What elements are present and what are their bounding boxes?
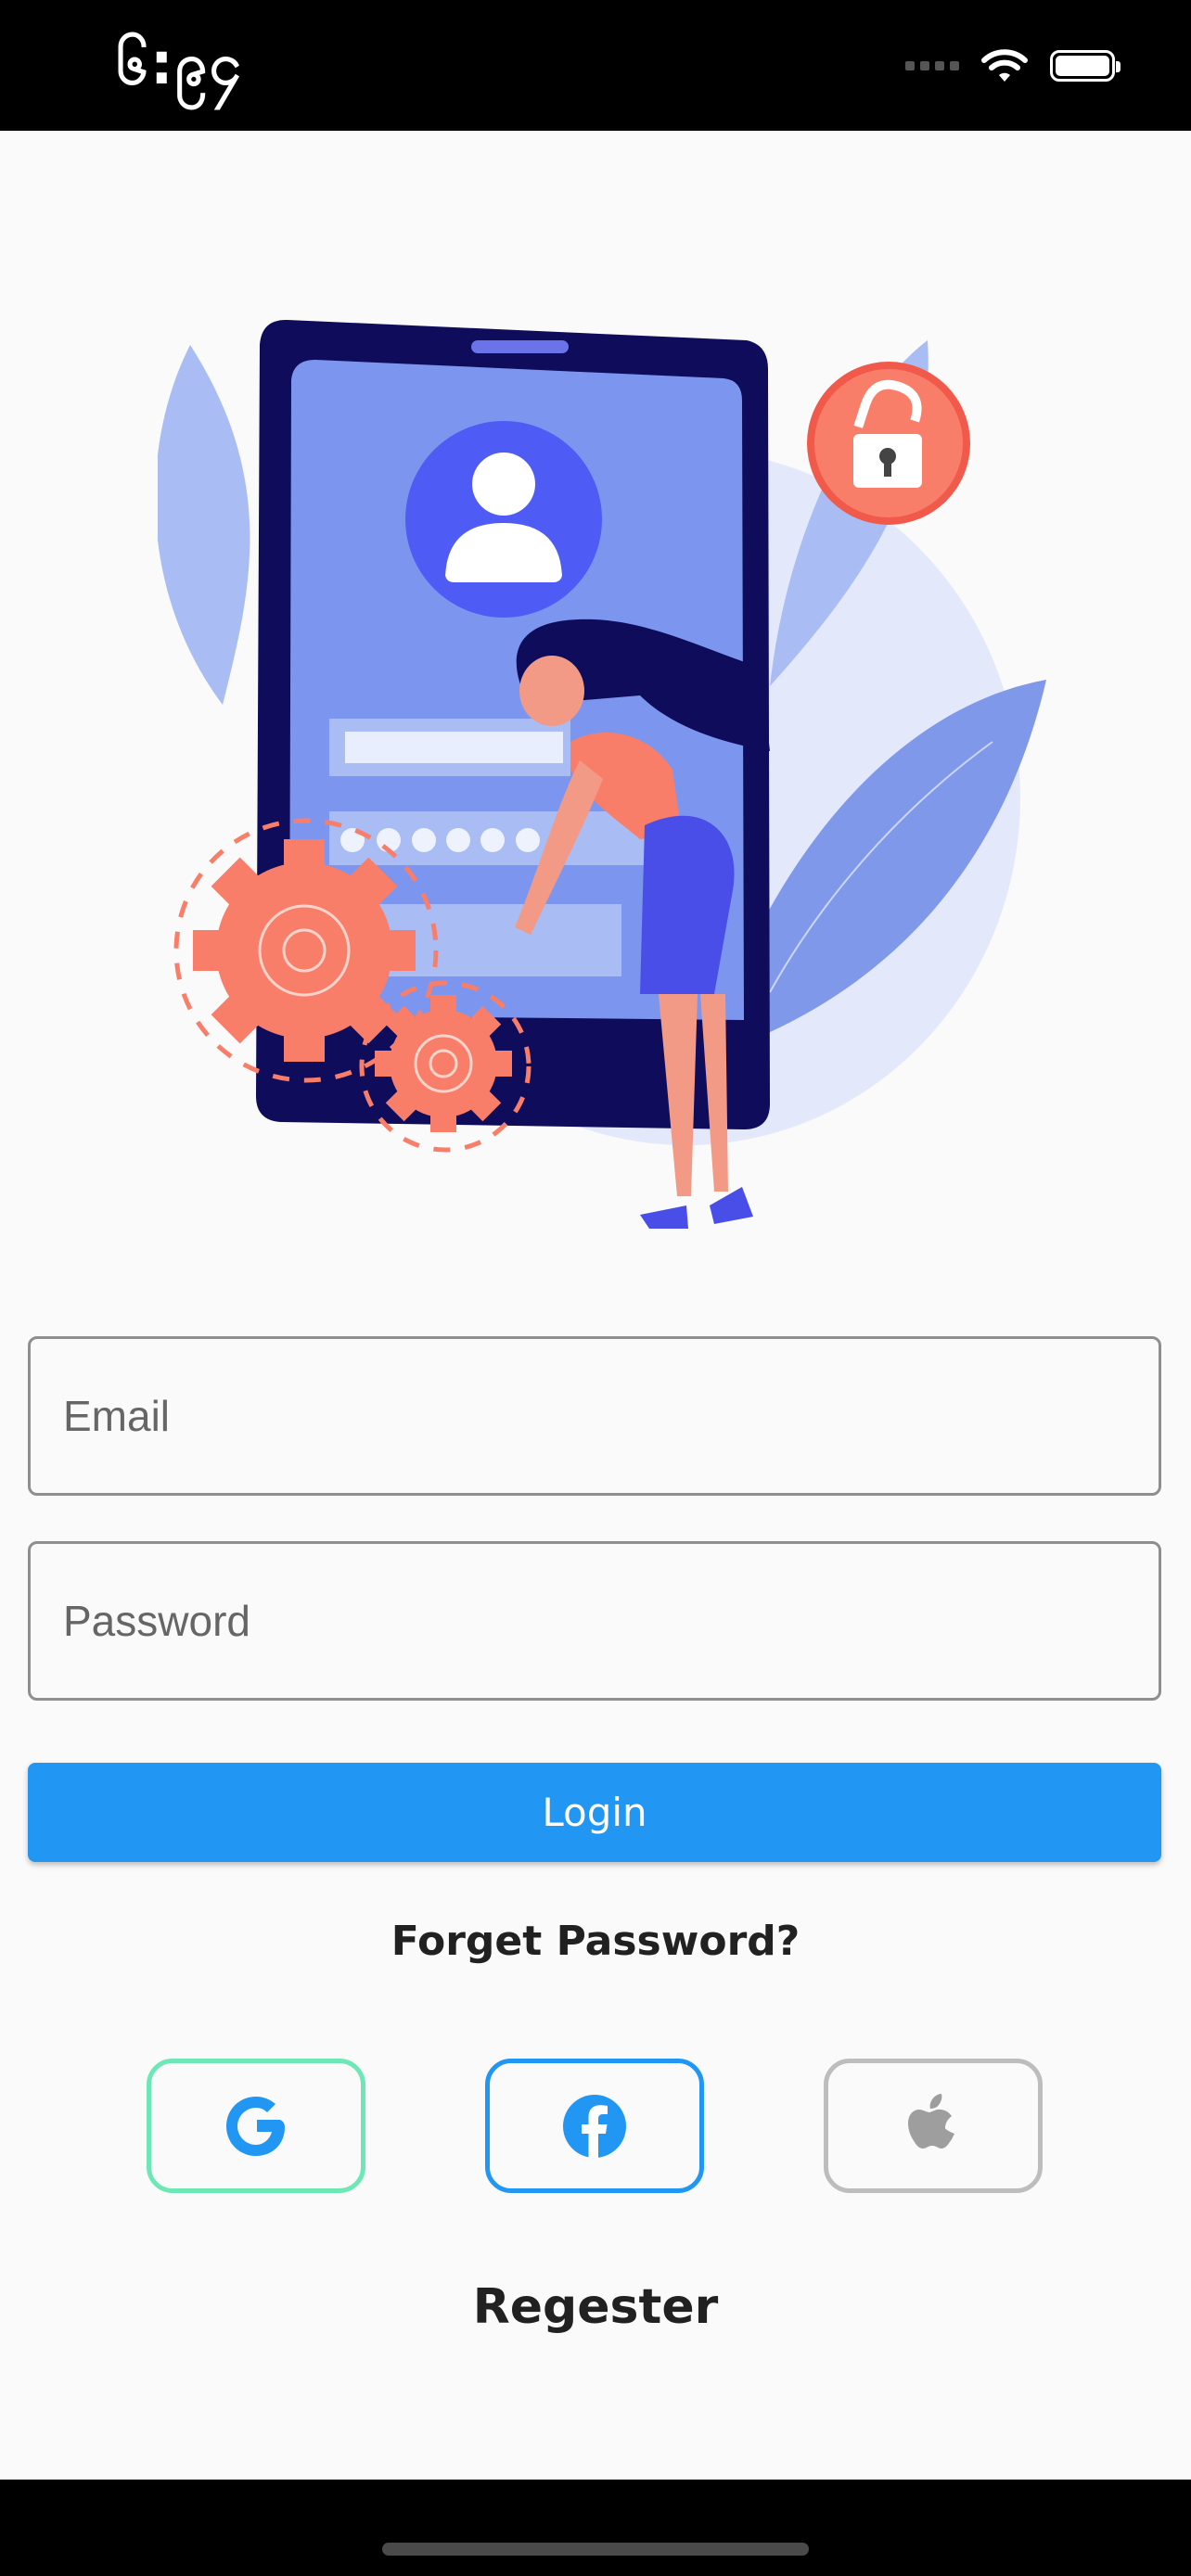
facebook-login-button[interactable]: [485, 2059, 704, 2193]
google-login-button[interactable]: [147, 2059, 365, 2193]
home-indicator[interactable]: [382, 2543, 809, 2556]
status-icons: [905, 43, 1121, 89]
email-field[interactable]: [28, 1336, 1161, 1496]
login-illustration: [158, 319, 1046, 1229]
password-field[interactable]: [28, 1541, 1161, 1701]
forget-password-link[interactable]: Forget Password?: [0, 1918, 1191, 1965]
register-link[interactable]: Regester: [0, 2279, 1191, 2335]
status-bar: ၆:၉၄: [0, 0, 1191, 131]
email-input[interactable]: [31, 1339, 1159, 1493]
apple-login-button[interactable]: [824, 2059, 1043, 2193]
battery-icon: [1050, 50, 1121, 82]
bottom-bar: [0, 2480, 1191, 2576]
status-time: ၆:၉၄: [116, 30, 244, 97]
wifi-icon: [981, 49, 1028, 82]
facebook-icon: [563, 2094, 626, 2158]
google-icon: [226, 2096, 285, 2156]
password-input[interactable]: [31, 1544, 1159, 1698]
login-button[interactable]: Login: [28, 1763, 1161, 1862]
apple-icon: [908, 2093, 954, 2149]
signal-icon: [905, 61, 959, 70]
